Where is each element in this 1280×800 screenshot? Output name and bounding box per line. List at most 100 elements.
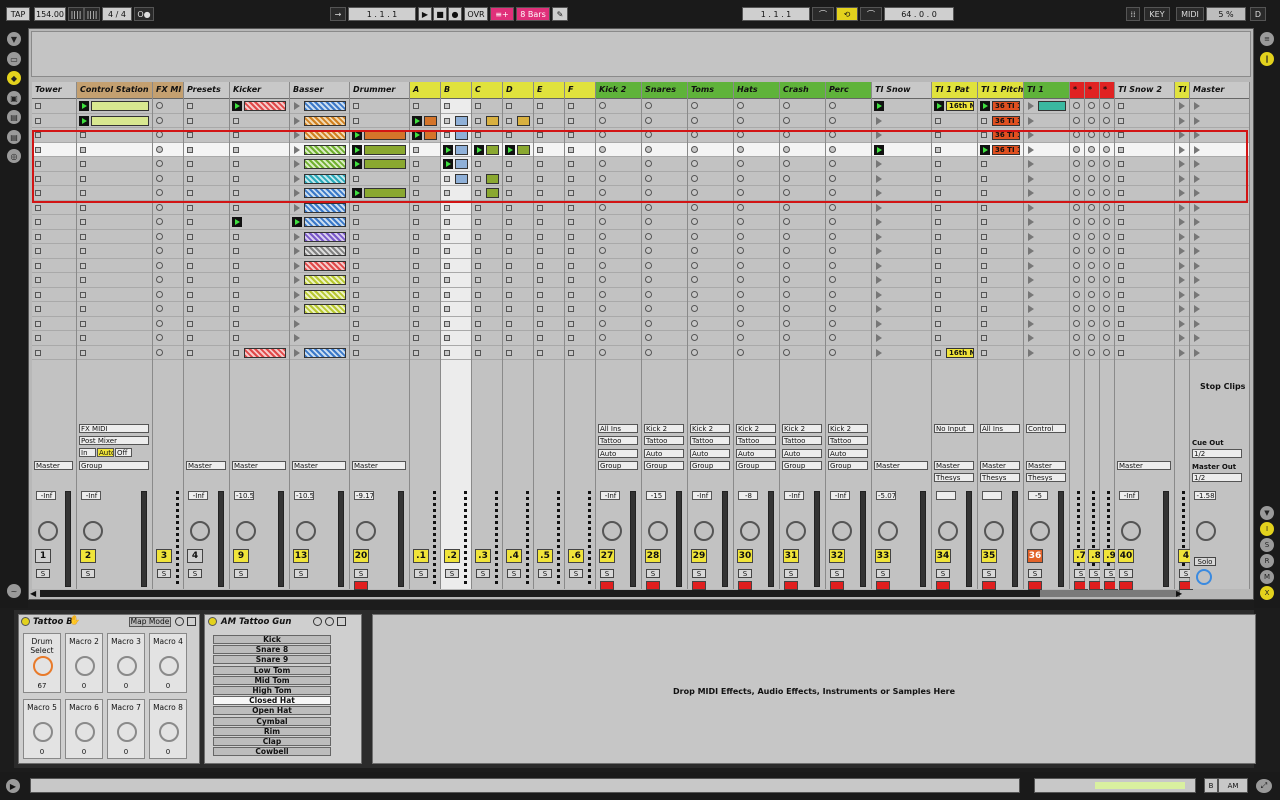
clip-slot[interactable] (350, 259, 409, 273)
playing-clip-icon[interactable] (352, 144, 362, 155)
clip-slot[interactable] (472, 201, 502, 215)
playing-clip-icon[interactable] (443, 144, 453, 155)
clip-launch-icon[interactable] (1194, 232, 1200, 241)
clip-slot[interactable] (872, 244, 931, 259)
input-channel-menu[interactable]: Tattoo (690, 436, 730, 445)
horizontal-scrollbar[interactable] (40, 590, 1180, 597)
pad-chain-item[interactable]: Clap (213, 737, 331, 746)
clip-slot[interactable] (1190, 172, 1249, 186)
record-slot-icon[interactable] (599, 160, 606, 167)
stop-slot-icon[interactable] (233, 320, 239, 327)
stop-slot-icon[interactable] (1118, 103, 1124, 109)
clip-launch-icon[interactable] (1179, 276, 1185, 284)
volume-field[interactable]: -Inf (784, 491, 804, 500)
clip-slot[interactable] (184, 128, 229, 143)
clip-slot[interactable] (410, 128, 440, 143)
clip[interactable]: 36 TI 1 (992, 101, 1020, 111)
volume-field[interactable]: -Inf (692, 491, 712, 500)
clip-slot[interactable] (642, 114, 687, 128)
clip[interactable] (364, 144, 406, 155)
clip-slot[interactable] (77, 346, 152, 360)
record-slot-icon[interactable] (645, 305, 652, 312)
clip-slot[interactable] (932, 172, 977, 186)
punch-out-icon[interactable]: ⌒ (860, 7, 882, 21)
stop-slot-icon[interactable] (233, 233, 239, 240)
clip-slot[interactable] (77, 128, 152, 143)
clip-slot[interactable] (734, 99, 779, 114)
clip-slot[interactable] (1070, 244, 1084, 259)
record-slot-icon[interactable] (645, 334, 652, 341)
clip-launch-icon[interactable] (294, 247, 300, 255)
stop-slot-icon[interactable] (981, 132, 987, 138)
input-type-menu[interactable]: FX MIDI (79, 424, 149, 433)
track-header[interactable]: D (503, 82, 533, 99)
clip-slot[interactable] (565, 157, 595, 172)
stop-slot-icon[interactable] (568, 291, 574, 298)
stop-slot-icon[interactable] (981, 306, 987, 312)
clip-slot[interactable] (1085, 172, 1099, 186)
track-activator[interactable]: 2 (80, 549, 96, 563)
clip-slot[interactable] (77, 288, 152, 302)
input-channel-menu[interactable]: Tattoo (736, 436, 776, 445)
clip-slot[interactable] (688, 230, 733, 244)
clip-slot[interactable] (230, 114, 289, 128)
record-slot-icon[interactable] (737, 174, 744, 182)
record-slot-icon[interactable] (783, 232, 790, 240)
clip-slot[interactable] (780, 230, 825, 244)
clip-slot[interactable] (1175, 302, 1189, 317)
clip[interactable] (304, 289, 346, 300)
stop-slot-icon[interactable] (475, 277, 481, 283)
clip-slot[interactable] (153, 201, 183, 215)
clip-slot[interactable] (184, 302, 229, 317)
play-button[interactable]: ▶ (418, 7, 432, 21)
stop-slot-icon[interactable] (568, 320, 574, 327)
stop-slot-icon[interactable] (35, 103, 41, 109)
clip-slot[interactable] (1175, 128, 1189, 143)
record-slot-icon[interactable] (1103, 102, 1110, 109)
clip-launch-icon[interactable] (1179, 334, 1185, 342)
volume-field[interactable]: -Inf (830, 491, 850, 500)
clip-slot[interactable] (350, 317, 409, 331)
clip-slot[interactable] (290, 114, 349, 128)
clip-launch-icon[interactable] (876, 203, 882, 212)
clip-launch-icon[interactable] (876, 276, 882, 284)
clip-launch-icon[interactable] (1179, 261, 1185, 270)
macro-knob-6[interactable]: Macro 6 0 (65, 699, 103, 759)
clip-slot[interactable] (230, 346, 289, 360)
pan-knob[interactable] (832, 521, 852, 541)
macro-dial[interactable] (117, 656, 137, 676)
playing-clip-icon[interactable] (352, 159, 362, 169)
stop-slot-icon[interactable] (568, 103, 574, 109)
clip-slot[interactable] (780, 259, 825, 273)
output-routing-menu[interactable]: Master (874, 461, 928, 470)
volume-field[interactable]: -Inf (188, 491, 208, 500)
clip-slot[interactable] (565, 128, 595, 143)
clip-launch-icon[interactable] (1179, 174, 1185, 183)
clip-slot[interactable] (1190, 317, 1249, 331)
stop-slot-icon[interactable] (187, 306, 193, 312)
clip-slot[interactable] (1024, 201, 1069, 215)
clip-slot[interactable] (410, 346, 440, 360)
stop-slot-icon[interactable] (80, 320, 86, 327)
clip-slot[interactable] (441, 201, 471, 215)
clip-launch-icon[interactable] (876, 116, 882, 125)
clip-slot[interactable] (503, 157, 533, 172)
clip-launch-icon[interactable] (294, 203, 300, 212)
clip[interactable] (304, 130, 346, 140)
clip-slot[interactable] (642, 273, 687, 288)
clip-slot[interactable] (1115, 331, 1174, 346)
clip-slot[interactable] (153, 215, 183, 230)
input-type-menu[interactable]: Kick 2 (828, 424, 868, 433)
clip-slot[interactable] (872, 346, 931, 360)
macro-dial[interactable] (75, 722, 95, 742)
clip-slot[interactable] (410, 215, 440, 230)
session-view-icon[interactable]: ‖ (1260, 52, 1274, 66)
nudge-up-button[interactable]: |||| (84, 7, 100, 21)
help-view-icon[interactable]: ~ (7, 584, 21, 598)
record-slot-icon[interactable] (783, 116, 790, 124)
clip-slot[interactable] (472, 331, 502, 346)
record-slot-icon[interactable] (599, 174, 606, 182)
clip-slot[interactable] (503, 244, 533, 259)
clip-slot[interactable] (32, 302, 76, 317)
clip-slot[interactable] (1115, 186, 1174, 201)
